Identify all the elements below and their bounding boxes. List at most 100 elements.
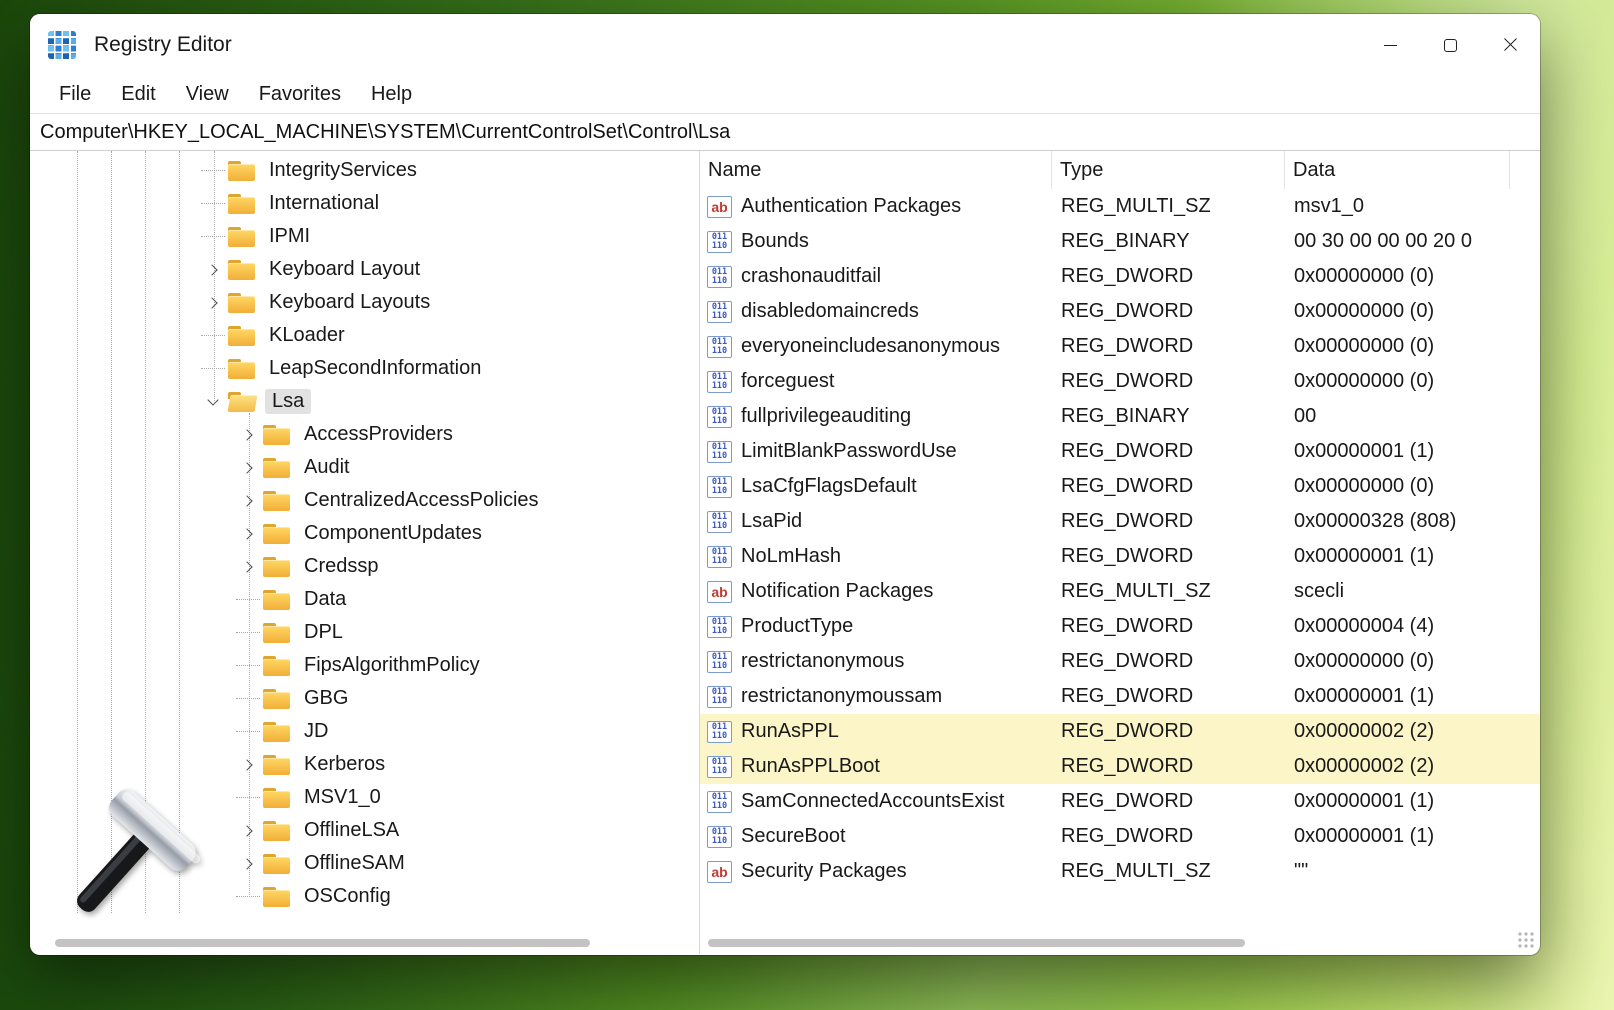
tree-item-data[interactable]: Data [30,583,699,616]
column-header-type[interactable]: Type [1052,151,1285,189]
registry-value-row-runasppl[interactable]: 011110RunAsPPLREG_DWORD0x00000002 (2) [700,714,1540,749]
tree-item-accessproviders[interactable]: AccessProviders [30,418,699,451]
binary-value-icon: 011110 [707,476,732,498]
value-name-cell: 011110 restrictanonymous [700,650,1052,673]
tree-item-audit[interactable]: Audit [30,451,699,484]
menu-item-view[interactable]: View [171,80,244,109]
tree-item-label: DPL [300,620,347,645]
binary-value-icon: 011110 [707,756,732,778]
registry-value-row-forceguest[interactable]: 011110forceguestREG_DWORD0x00000000 (0) [700,364,1540,399]
chevron-right-icon[interactable] [198,253,228,286]
column-header-data[interactable]: Data [1285,151,1510,189]
folder-icon [228,260,255,280]
tree-item-credssp[interactable]: Credssp [30,550,699,583]
menu-item-file[interactable]: File [44,80,106,109]
value-data: 0x00000000 (0) [1285,475,1540,498]
chevron-right-icon[interactable] [233,847,263,880]
tree-item-centralizedaccesspolicies[interactable]: CentralizedAccessPolicies [30,484,699,517]
tree-item-componentupdates[interactable]: ComponentUpdates [30,517,699,550]
resize-grip[interactable] [1517,931,1535,949]
registry-value-row-security-packages[interactable]: abSecurity PackagesREG_MULTI_SZ"" [700,854,1540,889]
folder-icon [263,590,290,610]
folder-icon [263,425,290,445]
value-name: SecureBoot [741,825,846,848]
window-title: Registry Editor [94,33,232,57]
value-name: fullprivilegeauditing [741,405,911,428]
column-header-name[interactable]: Name [700,151,1052,189]
value-name-cell: 011110ProductType [700,615,1052,638]
open-folder-icon [228,392,255,412]
tree-item-kerberos[interactable]: Kerberos [30,748,699,781]
tree-connector [198,319,228,352]
value-data: 0x00000001 (1) [1285,790,1540,813]
registry-value-row-limitblankpassworduse[interactable]: 011110LimitBlankPasswordUseREG_DWORD0x00… [700,434,1540,469]
tree-item-lsa[interactable]: Lsa [30,385,699,418]
menu-item-help[interactable]: Help [356,80,427,109]
tree-item-label: KLoader [265,323,349,348]
registry-value-row-lsacfgflagsdefault[interactable]: 011110LsaCfgFlagsDefaultREG_DWORD0x00000… [700,469,1540,504]
tree-item-label: Audit [300,455,354,480]
minimize-button[interactable] [1360,14,1420,76]
tree-item-keyboard-layout[interactable]: Keyboard Layout [30,253,699,286]
value-name: SamConnectedAccountsExist [741,790,1004,813]
folder-icon [228,161,255,181]
registry-value-row-nolmhash[interactable]: 011110NoLmHashREG_DWORD0x00000001 (1) [700,539,1540,574]
registry-value-row-disabledomaincreds[interactable]: 011110disabledomaincredsREG_DWORD0x00000… [700,294,1540,329]
maximize-button[interactable] [1420,14,1480,76]
tree-connector [233,682,263,715]
registry-value-row-crashonauditfail[interactable]: 011110crashonauditfailREG_DWORD0x0000000… [700,259,1540,294]
menu-item-edit[interactable]: Edit [106,80,170,109]
list-horizontal-scrollbar[interactable] [708,939,1245,947]
registry-value-row-authentication-packages[interactable]: abAuthentication PackagesREG_MULTI_SZmsv… [700,189,1540,224]
address-bar[interactable]: Computer\HKEY_LOCAL_MACHINE\SYSTEM\Curre… [30,113,1540,151]
menu-item-favorites[interactable]: Favorites [244,80,356,109]
close-button[interactable] [1480,14,1540,76]
tree-item-jd[interactable]: JD [30,715,699,748]
chevron-right-icon[interactable] [233,814,263,847]
registry-value-row-restrictanonymous[interactable]: 011110restrictanonymousREG_DWORD0x000000… [700,644,1540,679]
binary-value-icon: 011110 [707,651,732,673]
registry-value-row-notification-packages[interactable]: abNotification PackagesREG_MULTI_SZscecl… [700,574,1540,609]
registry-editor-icon [48,31,76,59]
registry-value-row-secureboot[interactable]: 011110SecureBootREG_DWORD0x00000001 (1) [700,819,1540,854]
registry-value-row-restrictanonymoussam[interactable]: 011110restrictanonymoussamREG_DWORD0x000… [700,679,1540,714]
value-name: everyoneincludesanonymous [741,335,1000,358]
value-name: restrictanonymous [741,650,904,673]
binary-value-icon: 011110 [707,791,732,813]
registry-value-row-samconnectedaccountsexist[interactable]: 011110SamConnectedAccountsExistREG_DWORD… [700,784,1540,819]
registry-value-row-everyoneincludesanonymous[interactable]: 011110everyoneincludesanonymousREG_DWORD… [700,329,1540,364]
registry-value-row-fullprivilegeauditing[interactable]: 011110fullprivilegeauditingREG_BINARY00 [700,399,1540,434]
tree-item-gbg[interactable]: GBG [30,682,699,715]
value-type: REG_DWORD [1052,545,1285,568]
value-data: 0x00000002 (2) [1285,720,1540,743]
value-data: 0x00000000 (0) [1285,370,1540,393]
chevron-right-icon[interactable] [198,286,228,319]
tree-item-keyboard-layouts[interactable]: Keyboard Layouts [30,286,699,319]
tree-item-kloader[interactable]: KLoader [30,319,699,352]
tree-item-ipmi[interactable]: IPMI [30,220,699,253]
registry-value-row-bounds[interactable]: 011110BoundsREG_BINARY00 30 00 00 00 20 … [700,224,1540,259]
tree-item-integrityservices[interactable]: IntegrityServices [30,154,699,187]
value-type: REG_BINARY [1052,230,1285,253]
tree-item-international[interactable]: International [30,187,699,220]
registry-value-row-runaspplboot[interactable]: 011110RunAsPPLBootREG_DWORD0x00000002 (2… [700,749,1540,784]
chevron-right-icon[interactable] [233,748,263,781]
chevron-down-icon[interactable] [198,385,228,418]
tree-item-label: ComponentUpdates [300,521,486,546]
chevron-right-icon[interactable] [233,517,263,550]
value-data: 0x00000004 (4) [1285,615,1540,638]
registry-value-row-producttype[interactable]: 011110ProductTypeREG_DWORD0x00000004 (4) [700,609,1540,644]
value-type: REG_DWORD [1052,685,1285,708]
tree-item-dpl[interactable]: DPL [30,616,699,649]
tree-connector [233,715,263,748]
tree-item-fipsalgorithmpolicy[interactable]: FipsAlgorithmPolicy [30,649,699,682]
chevron-right-icon[interactable] [233,550,263,583]
chevron-right-icon[interactable] [233,451,263,484]
chevron-right-icon[interactable] [233,484,263,517]
value-name-cell: 011110everyoneincludesanonymous [700,335,1052,358]
registry-value-row-lsapid[interactable]: 011110LsaPidREG_DWORD0x00000328 (808) [700,504,1540,539]
value-type: REG_DWORD [1052,300,1285,323]
chevron-right-icon[interactable] [233,418,263,451]
tree-item-leapsecondinformation[interactable]: LeapSecondInformation [30,352,699,385]
registry-values-pane: Name Type Data abAuthentication Packages… [700,151,1540,954]
